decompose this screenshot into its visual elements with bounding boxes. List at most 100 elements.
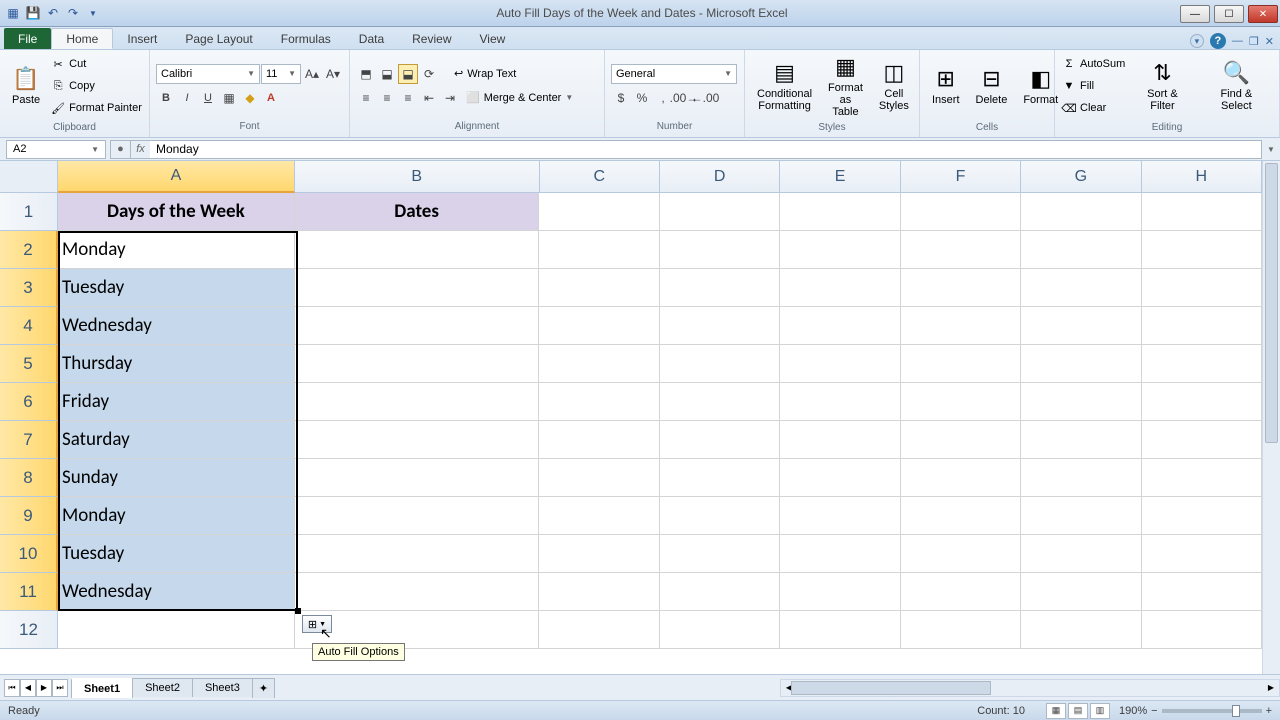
cell-A10[interactable]: Tuesday: [58, 535, 295, 573]
align-middle-button[interactable]: ⬓: [377, 64, 397, 84]
align-bottom-button[interactable]: ⬓: [398, 64, 418, 84]
cell-H11[interactable]: [1142, 573, 1262, 611]
cell-B3[interactable]: [295, 269, 540, 307]
fill-button[interactable]: ▼Fill: [1061, 76, 1125, 96]
cell-F12[interactable]: [901, 611, 1021, 649]
cell-A4[interactable]: Wednesday: [58, 307, 295, 345]
cell-B5[interactable]: [295, 345, 540, 383]
cell-E9[interactable]: [780, 497, 900, 535]
maximize-button[interactable]: ☐: [1214, 5, 1244, 23]
cell-H6[interactable]: [1142, 383, 1262, 421]
cell-E11[interactable]: [780, 573, 900, 611]
qat-dropdown-icon[interactable]: ▼: [84, 4, 102, 22]
column-header-C[interactable]: C: [540, 161, 660, 193]
scroll-thumb[interactable]: [1265, 163, 1278, 443]
cell-G8[interactable]: [1021, 459, 1141, 497]
fill-color-button[interactable]: ◆: [240, 88, 260, 108]
cell-B8[interactable]: [295, 459, 540, 497]
cell-H10[interactable]: [1142, 535, 1262, 573]
tab-review[interactable]: Review: [398, 28, 465, 49]
shrink-font-button[interactable]: A▾: [323, 64, 343, 84]
orientation-button[interactable]: ⟳: [419, 64, 439, 84]
cell-C4[interactable]: [539, 307, 659, 345]
sort-filter-button[interactable]: ⇅Sort & Filter: [1129, 53, 1195, 119]
cells-area[interactable]: Days of the WeekDatesMondayTuesdayWednes…: [58, 193, 1262, 674]
cell-D7[interactable]: [660, 421, 780, 459]
cell-E5[interactable]: [780, 345, 900, 383]
select-all-corner[interactable]: [0, 161, 58, 193]
cell-F3[interactable]: [901, 269, 1021, 307]
redo-icon[interactable]: ↷: [64, 4, 82, 22]
cell-G4[interactable]: [1021, 307, 1141, 345]
cell-G6[interactable]: [1021, 383, 1141, 421]
cancel-formula-icon[interactable]: ●: [110, 140, 130, 159]
page-break-view-button[interactable]: ▥: [1090, 703, 1110, 719]
cell-D4[interactable]: [660, 307, 780, 345]
minimize-ribbon-icon[interactable]: ▾: [1190, 34, 1204, 48]
row-header-2[interactable]: 2: [0, 231, 58, 269]
cell-C11[interactable]: [539, 573, 659, 611]
cell-styles-button[interactable]: ◫Cell Styles: [873, 53, 915, 119]
format-painter-button[interactable]: 🖌Format Painter: [50, 98, 142, 118]
cell-B10[interactable]: [295, 535, 540, 573]
fx-icon[interactable]: fx: [130, 140, 150, 159]
conditional-formatting-button[interactable]: ▤Conditional Formatting: [751, 53, 818, 119]
merge-center-button[interactable]: ⬜Merge & Center▼: [461, 88, 578, 108]
row-header-6[interactable]: 6: [0, 383, 58, 421]
last-sheet-button[interactable]: ⏭: [52, 679, 68, 697]
sheet-tab-3[interactable]: Sheet3: [192, 678, 253, 697]
cell-C10[interactable]: [539, 535, 659, 573]
cell-F10[interactable]: [901, 535, 1021, 573]
cell-C2[interactable]: [539, 231, 659, 269]
column-header-G[interactable]: G: [1021, 161, 1141, 193]
increase-indent-button[interactable]: ⇥: [440, 88, 460, 108]
zoom-in-button[interactable]: +: [1266, 705, 1272, 717]
undo-icon[interactable]: ↶: [44, 4, 62, 22]
align-top-button[interactable]: ⬒: [356, 64, 376, 84]
cell-B6[interactable]: [295, 383, 540, 421]
minimize-button[interactable]: —: [1180, 5, 1210, 23]
expand-formula-icon[interactable]: ▼: [1262, 145, 1280, 154]
font-name-combo[interactable]: Calibri▼: [156, 64, 260, 84]
cell-E8[interactable]: [780, 459, 900, 497]
cell-A5[interactable]: Thursday: [58, 345, 295, 383]
cell-A9[interactable]: Monday: [58, 497, 295, 535]
cell-B4[interactable]: [295, 307, 540, 345]
vertical-scrollbar[interactable]: [1262, 161, 1280, 674]
cell-B11[interactable]: [295, 573, 540, 611]
workbook-restore-icon[interactable]: ❐: [1249, 35, 1259, 48]
tab-file[interactable]: File: [4, 28, 51, 49]
cell-E12[interactable]: [780, 611, 900, 649]
cell-D8[interactable]: [660, 459, 780, 497]
cell-C12[interactable]: [539, 611, 659, 649]
cell-E6[interactable]: [780, 383, 900, 421]
cell-G1[interactable]: [1021, 193, 1141, 231]
tab-view[interactable]: View: [466, 28, 520, 49]
scroll-right-icon[interactable]: ▶: [1263, 680, 1279, 696]
cell-H12[interactable]: [1142, 611, 1262, 649]
row-header-4[interactable]: 4: [0, 307, 58, 345]
next-sheet-button[interactable]: ▶: [36, 679, 52, 697]
cell-B7[interactable]: [295, 421, 540, 459]
cell-A12[interactable]: [58, 611, 295, 649]
grow-font-button[interactable]: A▴: [302, 64, 322, 84]
row-header-1[interactable]: 1: [0, 193, 58, 231]
cell-H4[interactable]: [1142, 307, 1262, 345]
cell-D1[interactable]: [660, 193, 780, 231]
cell-C5[interactable]: [539, 345, 659, 383]
bold-button[interactable]: B: [156, 88, 176, 108]
workbook-close-icon[interactable]: ✕: [1265, 35, 1274, 48]
cell-D9[interactable]: [660, 497, 780, 535]
font-color-button[interactable]: A: [261, 88, 281, 108]
cell-D12[interactable]: [660, 611, 780, 649]
decrease-indent-button[interactable]: ⇤: [419, 88, 439, 108]
row-header-3[interactable]: 3: [0, 269, 58, 307]
tab-data[interactable]: Data: [345, 28, 398, 49]
new-sheet-button[interactable]: ✦: [252, 678, 275, 698]
cell-E2[interactable]: [780, 231, 900, 269]
cell-F4[interactable]: [901, 307, 1021, 345]
cell-E3[interactable]: [780, 269, 900, 307]
italic-button[interactable]: I: [177, 88, 197, 108]
paste-button[interactable]: 📋Paste: [6, 53, 46, 119]
align-right-button[interactable]: ≡: [398, 88, 418, 108]
